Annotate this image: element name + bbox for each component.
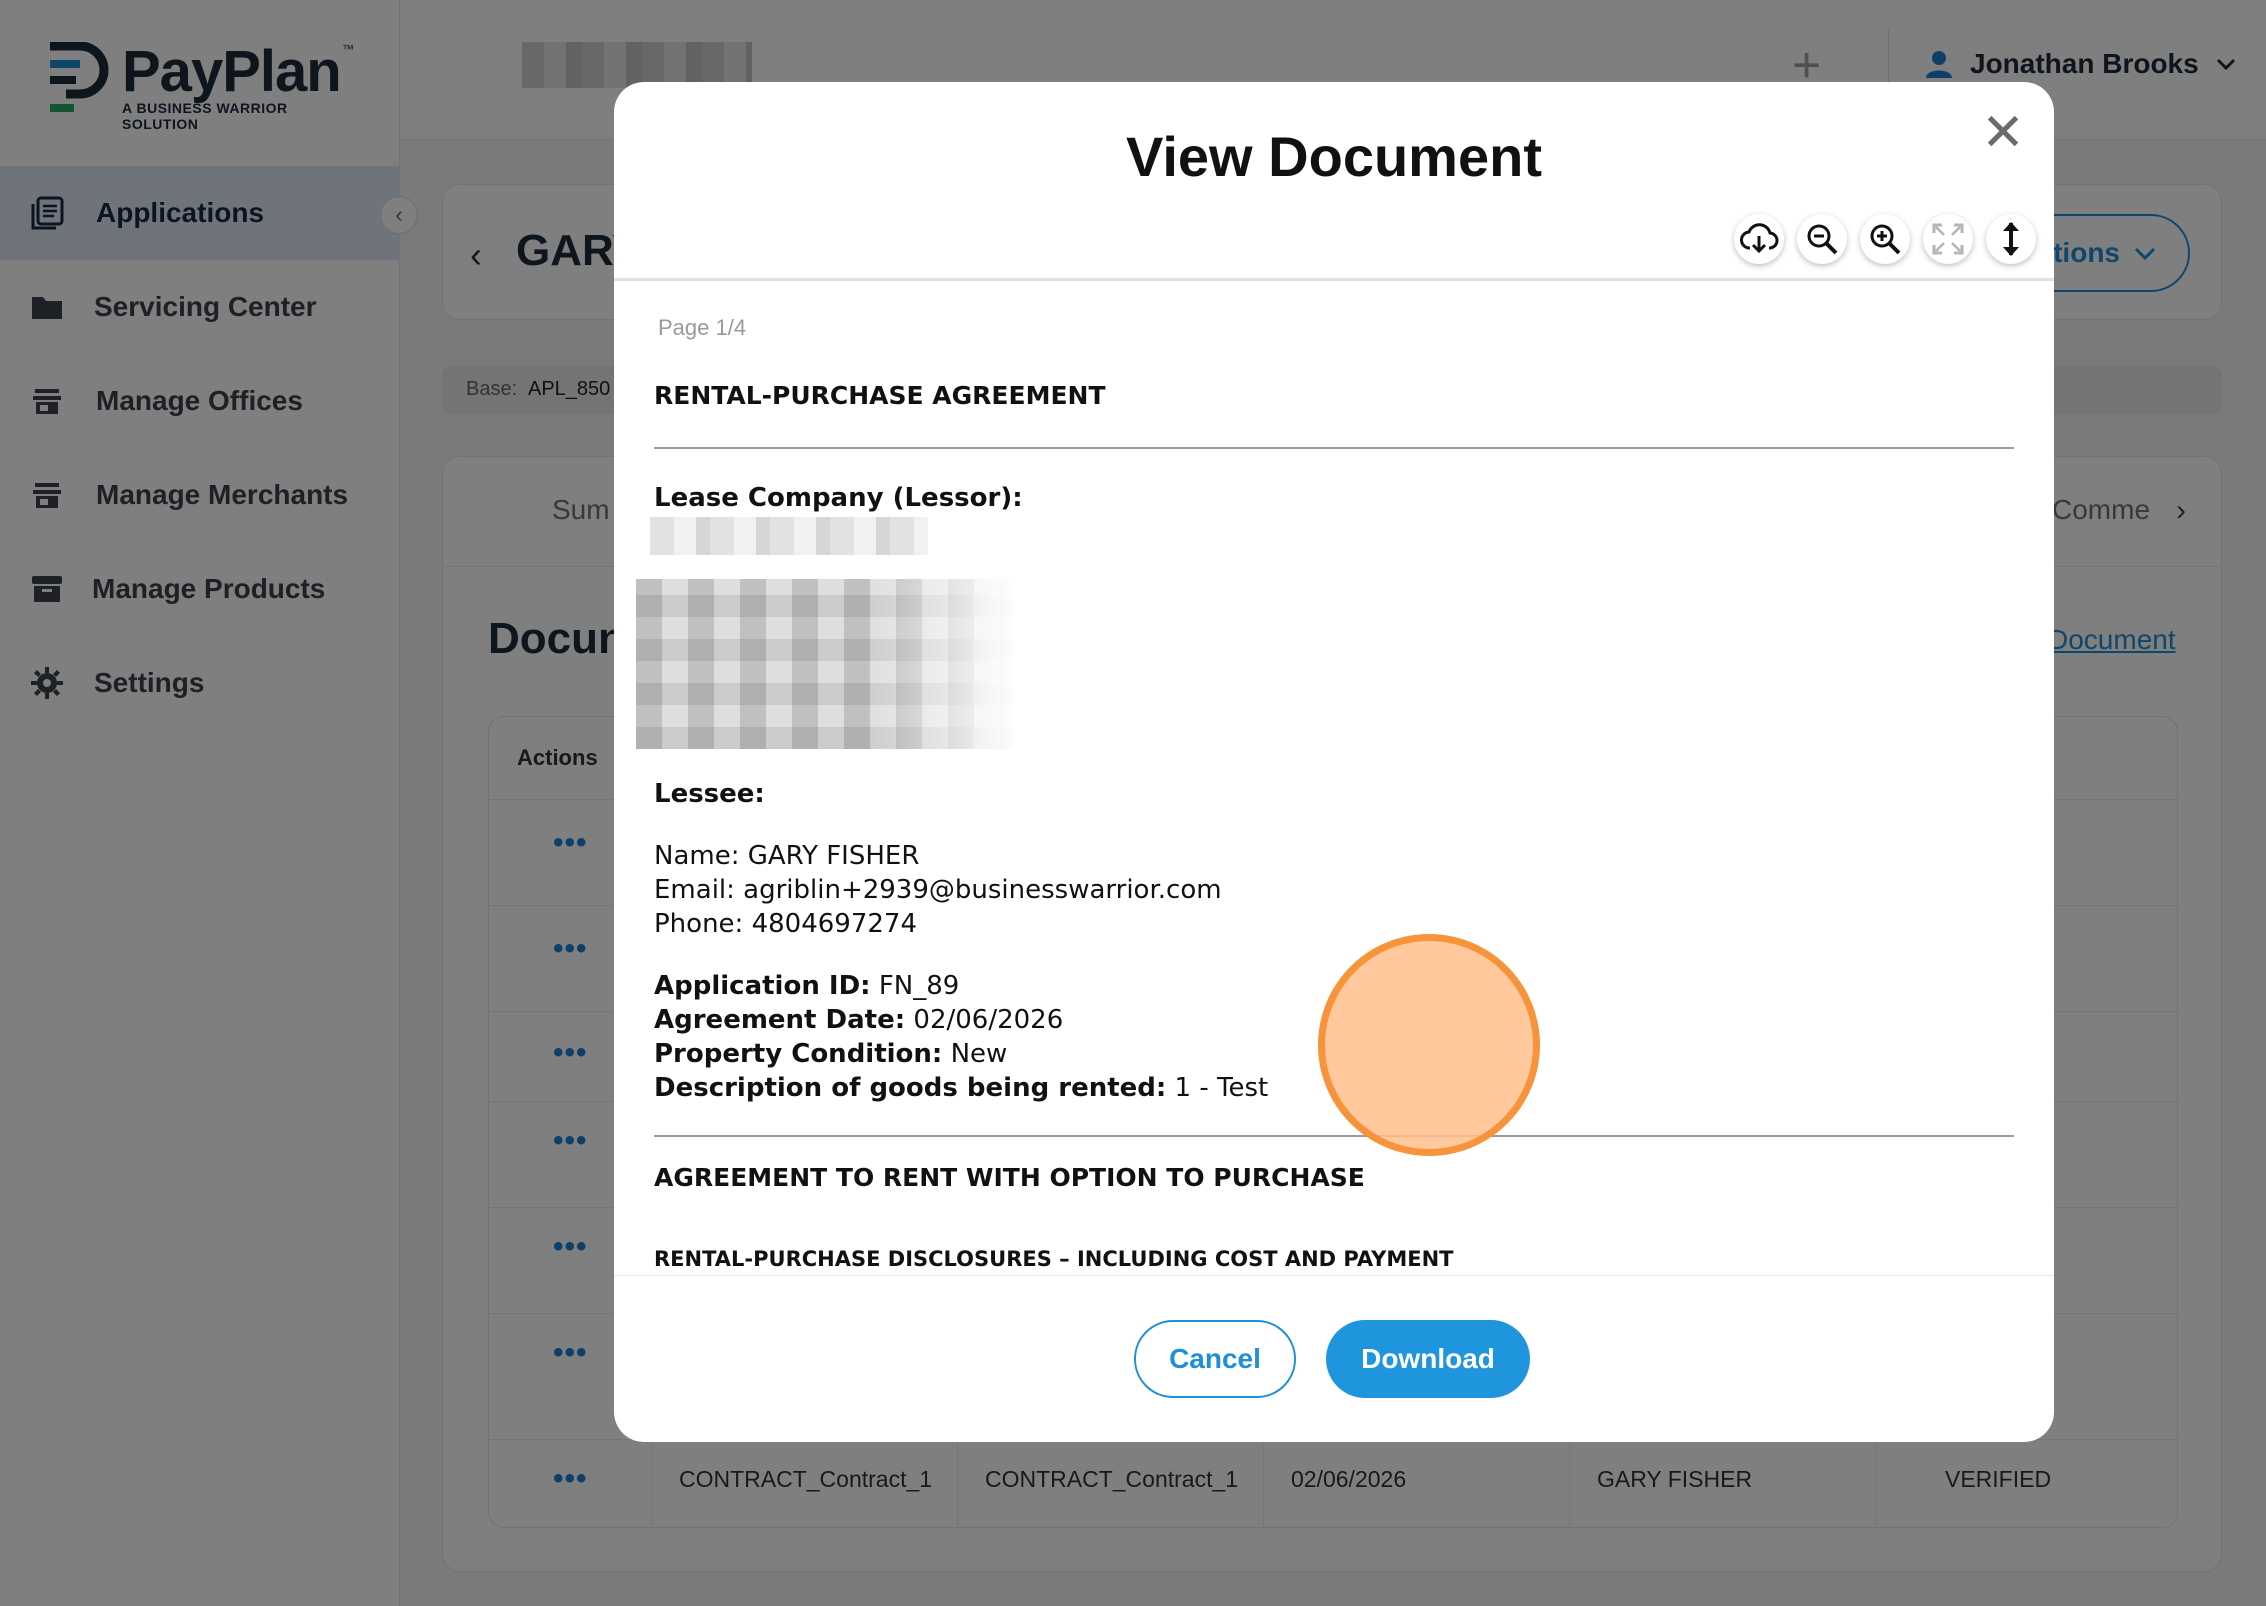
lessee-label: Lessee: xyxy=(654,779,765,809)
view-document-modal: View Document ✕ Page 1/4 RENTAL-PURCHASE… xyxy=(614,82,2054,1442)
lessee-email: Email: agriblin+2939@businesswarrior.com xyxy=(654,875,1222,905)
cloud-download-icon xyxy=(1740,223,1779,254)
zoom-out-button[interactable] xyxy=(1797,214,1847,264)
modal-title: View Document xyxy=(1126,125,1542,188)
close-button[interactable]: ✕ xyxy=(1978,107,2028,159)
application-id-value: FN_89 xyxy=(878,971,960,1001)
divider xyxy=(614,1275,2054,1276)
lessor-label: Lease Company (Lessor): xyxy=(654,483,1023,513)
divider xyxy=(654,447,2014,449)
zoom-in-icon xyxy=(1870,224,1901,255)
property-condition-line: Property Condition: New xyxy=(654,1039,1007,1069)
fullscreen-button[interactable] xyxy=(1923,214,1973,264)
document-title: RENTAL-PURCHASE AGREEMENT xyxy=(654,381,1106,410)
property-condition-label: Property Condition: xyxy=(654,1039,943,1069)
application-id-label: Application ID: xyxy=(654,971,871,1001)
application-id-line: Application ID: FN_89 xyxy=(654,971,959,1001)
download-button[interactable]: Download xyxy=(1326,1320,1530,1398)
close-icon: ✕ xyxy=(1981,104,2025,162)
zoom-in-button[interactable] xyxy=(1860,214,1910,264)
fit-height-button[interactable] xyxy=(1986,214,2036,264)
page-indicator: Page 1/4 xyxy=(658,315,747,340)
download-toolbar-button[interactable] xyxy=(1734,214,1784,264)
cancel-button[interactable]: Cancel xyxy=(1134,1320,1296,1398)
agreement-date-value: 02/06/2026 xyxy=(913,1005,1064,1035)
goods-description-line: Description of goods being rented: 1 - T… xyxy=(654,1073,1268,1103)
property-condition-value: New xyxy=(950,1039,1008,1069)
fullscreen-icon xyxy=(1932,223,1964,255)
click-indicator xyxy=(1318,934,1540,1156)
fit-height-icon xyxy=(2003,222,2019,256)
agreement-date-line: Agreement Date: 02/06/2026 xyxy=(654,1005,1063,1035)
section-title: AGREEMENT TO RENT WITH OPTION TO PURCHAS… xyxy=(654,1163,1365,1192)
section-subtitle: RENTAL-PURCHASE DISCLOSURES – INCLUDING … xyxy=(654,1247,1454,1271)
lessee-name: Name: GARY FISHER xyxy=(654,841,920,871)
lessee-phone: Phone: 4804697274 xyxy=(654,909,917,939)
divider xyxy=(654,1135,2014,1137)
agreement-date-label: Agreement Date: xyxy=(654,1005,906,1035)
zoom-out-icon xyxy=(1807,224,1838,255)
redacted-lessor-address xyxy=(636,579,1016,749)
redacted-lessor-name xyxy=(650,517,928,555)
goods-description-label: Description of goods being rented: xyxy=(654,1073,1167,1103)
document-viewer[interactable]: Page 1/4 RENTAL-PURCHASE AGREEMENT Lease… xyxy=(614,281,2054,1275)
goods-description-value: 1 - Test xyxy=(1174,1073,1269,1103)
